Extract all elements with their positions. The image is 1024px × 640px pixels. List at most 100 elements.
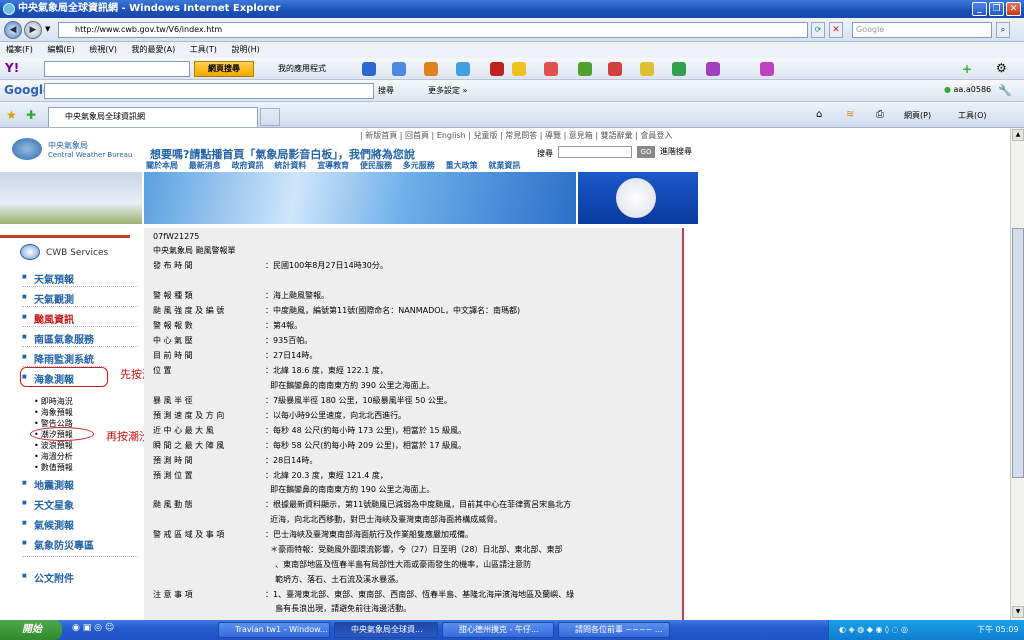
menu-help[interactable]: 說明(H) <box>231 45 259 54</box>
restore-button[interactable]: ❐ <box>989 2 1004 16</box>
add-icon[interactable]: + <box>962 62 972 76</box>
nav-education[interactable]: 宣導教育 <box>317 161 349 170</box>
sidebar-item-disaster[interactable]: 氣象防災專區 <box>22 537 94 552</box>
nav-jobs[interactable]: 就業資訊 <box>488 161 520 170</box>
clock: 下午 05:09 <box>977 625 1019 634</box>
nav-multi[interactable]: 多元服務 <box>403 161 435 170</box>
sidebar-item-observation[interactable]: 天氣觀測 <box>22 291 74 306</box>
google-search-input[interactable] <box>44 83 374 99</box>
nav-news[interactable]: 最新消息 <box>189 161 221 170</box>
messenger-icon[interactable] <box>456 62 470 76</box>
divider <box>22 556 138 557</box>
mail-icon[interactable] <box>392 62 406 76</box>
globe-icon <box>20 244 40 260</box>
yahoo-search-button[interactable]: 網頁搜尋 <box>194 61 254 77</box>
scroll-thumb[interactable] <box>1012 228 1024 478</box>
task-poker[interactable]: 甜心德州撲克 - 午仔... <box>442 622 554 638</box>
finance-icon[interactable] <box>578 62 592 76</box>
yahoo-search-input[interactable] <box>44 61 190 77</box>
messenger-quicklaunch-icon[interactable]: ☺ <box>105 623 114 633</box>
sidebar-item-rainfall[interactable]: 降雨監測系統 <box>22 351 94 366</box>
more-settings-button[interactable]: 更多設定 » <box>428 85 467 96</box>
go-button[interactable]: GO <box>637 146 655 158</box>
menu-edit[interactable]: 編輯(E) <box>47 45 74 54</box>
history-dropdown-icon[interactable]: ▼ <box>45 25 50 33</box>
subnav-wave-forecast[interactable]: 波浪預報 <box>34 440 73 451</box>
task-forum[interactable]: 請問各位前輩 ~~~~ ... <box>558 622 670 638</box>
subnav-realtime[interactable]: 即時海況 <box>34 396 73 407</box>
new-tab-button[interactable] <box>260 108 280 126</box>
add-favorite-icon[interactable]: ✚ <box>26 108 36 122</box>
print-icon[interactable]: ⎙ <box>876 109 884 120</box>
back-button[interactable]: ◀ <box>4 21 22 39</box>
doc-row: 近 中 心 最 大 風：每秒 48 公尺(約每小時 173 公里)，相當於 15… <box>153 426 467 435</box>
vertical-scrollbar[interactable]: ▲ ▼ <box>1010 128 1024 620</box>
subnav-numerical[interactable]: 數值預報 <box>34 462 73 473</box>
more-settings-label: 更多設定 » <box>428 86 468 95</box>
window-title-bar[interactable]: 中央氣象局全球資訊網 - Windows Internet Explorer _… <box>0 0 1024 18</box>
weather-icon[interactable] <box>672 62 686 76</box>
video-icon[interactable] <box>608 62 622 76</box>
media-icon[interactable]: ◎ <box>94 623 102 633</box>
page-menu[interactable]: 網頁(P) <box>904 110 931 121</box>
task-cwb[interactable]: 中央氣象局全球資... <box>334 622 438 638</box>
nav-service[interactable]: 便民服務 <box>360 161 392 170</box>
sidebar-item-south[interactable]: 南區氣象服務 <box>22 331 94 346</box>
search-box[interactable]: Google <box>852 22 992 38</box>
refresh-icon[interactable]: ⟳ <box>811 22 825 38</box>
music-icon[interactable] <box>640 62 654 76</box>
wrench-icon[interactable]: 🔧 <box>998 84 1012 97</box>
smiley-icon[interactable] <box>512 62 526 76</box>
url-input[interactable]: http://www.cwb.gov.tw/V6/index.htm <box>58 22 808 38</box>
doc-value: 海上颱風警報。 <box>273 291 329 300</box>
doc-value: 每秒 58 公尺(約每小時 209 公里)，相當於 17 級風。 <box>273 441 467 450</box>
favorites-star-icon[interactable]: ★ <box>6 108 17 122</box>
tab-cwb[interactable]: 中央氣象局全球資訊網 <box>48 107 258 127</box>
flickr-icon[interactable] <box>760 62 774 76</box>
menu-file[interactable]: 檔案(F) <box>6 45 33 54</box>
settings-icon[interactable]: ⚙ <box>996 61 1007 75</box>
tools-menu[interactable]: 工具(O) <box>958 110 987 121</box>
site-search-input[interactable] <box>558 146 632 158</box>
home-icon[interactable]: ⌂ <box>816 109 822 120</box>
google-search-button[interactable]: 搜尋 <box>378 85 394 96</box>
menu-view[interactable]: 檢視(V) <box>89 45 117 54</box>
menu-favorites[interactable]: 我的最愛(A) <box>132 45 176 54</box>
advanced-search-link[interactable]: 進階搜尋 <box>660 146 692 157</box>
nav-policy[interactable]: 重大政策 <box>446 161 478 170</box>
stop-icon[interactable]: ✕ <box>829 22 843 38</box>
sidebar-item-documents[interactable]: 公文附件 <box>22 570 74 585</box>
shopping-icon[interactable] <box>424 62 438 76</box>
my-apps-button[interactable]: 我的應用程式 <box>278 63 326 74</box>
subnav-sst[interactable]: 海溫分析 <box>34 451 73 462</box>
nav-stats[interactable]: 統計資料 <box>274 161 306 170</box>
nav-about[interactable]: 關於本局 <box>146 161 178 170</box>
sidebar-item-earthquake[interactable]: 地震測報 <box>22 477 74 492</box>
toolbar-app-icon[interactable] <box>362 62 376 76</box>
games-icon[interactable] <box>706 62 720 76</box>
minimize-button[interactable]: _ <box>972 2 987 16</box>
search-icon[interactable]: ⌕ <box>996 22 1010 38</box>
sidebar-item-astronomy[interactable]: 天文星象 <box>22 497 74 512</box>
start-button[interactable]: 開始 <box>0 620 62 640</box>
calendar-icon[interactable] <box>544 62 558 76</box>
sidebar-item-forecast[interactable]: 天氣預報 <box>22 271 74 286</box>
subnav-marine-forecast[interactable]: 海象預報 <box>34 407 73 418</box>
sidebar-item-typhoon[interactable]: 颱風資訊 <box>22 311 74 326</box>
news-icon[interactable] <box>490 62 504 76</box>
task-travian[interactable]: Travian tw1 - Window... <box>218 622 330 638</box>
feeds-icon[interactable]: ≋ <box>846 109 854 120</box>
menu-tools[interactable]: 工具(T) <box>190 45 217 54</box>
nav-gov[interactable]: 政府資訊 <box>232 161 264 170</box>
scroll-up-icon[interactable]: ▲ <box>1012 129 1024 141</box>
ie-quicklaunch-icon[interactable]: ◉ <box>72 623 80 633</box>
desktop-icon[interactable]: ▣ <box>83 623 92 633</box>
close-button[interactable]: ✕ <box>1006 2 1021 16</box>
google-user[interactable]: ● aa.a0586 <box>944 85 991 94</box>
scroll-down-icon[interactable]: ▼ <box>1012 606 1024 618</box>
sidebar-item-climate[interactable]: 氣候測報 <box>22 517 74 532</box>
tray-icons[interactable]: ◐ ◈ ◍ ◆ ◉ ◊ ◌ ◎ <box>839 620 908 640</box>
forward-button[interactable]: ▶ <box>24 21 42 39</box>
top-links[interactable]: | 新版首頁 | 回首頁 | English | 兒童版 | 常見問答 | 導覽… <box>360 130 672 141</box>
yahoo-logo-icon[interactable]: Y! <box>5 61 19 75</box>
